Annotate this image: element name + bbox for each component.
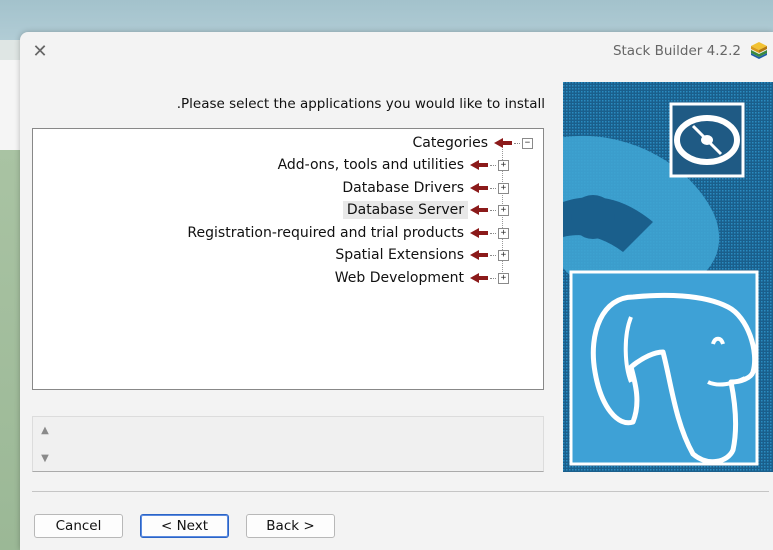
side-banner: [563, 82, 773, 472]
postgresql-elephant-icon: [569, 270, 759, 466]
disc-icon: [669, 102, 745, 178]
tree-item-addons[interactable]: Add-ons, tools and utilities +: [274, 155, 509, 175]
stack-builder-logo-icon: [751, 42, 767, 59]
back-button[interactable]: Back >: [246, 514, 335, 538]
red-arrow-icon: [470, 228, 488, 238]
red-arrow-icon: [470, 183, 488, 193]
button-separator: [32, 491, 769, 492]
tree-item-label: Registration-required and trial products: [187, 225, 464, 241]
close-button[interactable]: ✕: [30, 42, 50, 62]
window-title: Stack Builder 4.2.2: [612, 43, 741, 59]
tree-item-database-server[interactable]: Database Server +: [342, 200, 509, 220]
desktop-wallpaper: [0, 150, 22, 550]
tree-root-label: Categories: [412, 135, 488, 151]
tree-dotted-connector: [490, 187, 496, 189]
tree-item-label: Spatial Extensions: [335, 247, 464, 263]
expand-icon[interactable]: +: [498, 249, 509, 261]
tree-item-spatial-extensions[interactable]: Spatial Extensions +: [331, 245, 509, 265]
tree-item-label: Database Server: [342, 201, 468, 219]
red-arrow-icon: [470, 250, 488, 260]
instruction-text: Please select the applications you would…: [176, 96, 545, 112]
tree-dotted-connector: [490, 254, 496, 256]
tree-item-label: Add-ons, tools and utilities: [277, 157, 464, 173]
tree-item-label: Database Drivers: [342, 180, 464, 196]
scroll-down-icon[interactable]: ▼: [39, 453, 51, 464]
tree-dotted-connector: [490, 232, 496, 234]
collapse-icon[interactable]: −: [522, 137, 533, 149]
cancel-button[interactable]: Cancel: [34, 514, 123, 538]
expand-icon[interactable]: +: [498, 159, 509, 171]
tree-item-label: Web Development: [334, 270, 464, 286]
postgresql-banner-art: [563, 82, 773, 472]
red-arrow-icon: [470, 273, 488, 283]
category-tree[interactable]: Categories − Add-ons, tools and utilitie…: [32, 128, 544, 390]
tree-dotted-connector: [490, 209, 496, 211]
expand-icon[interactable]: +: [498, 272, 509, 284]
red-arrow-icon: [494, 138, 512, 148]
tree-dotted-connector: [490, 277, 496, 279]
tree-dotted-connector: [490, 164, 496, 166]
next-button[interactable]: < Next: [140, 514, 229, 538]
red-arrow-icon: [470, 160, 488, 170]
expand-icon[interactable]: +: [498, 204, 509, 216]
tree-dotted-connector: [514, 142, 520, 144]
description-box: ▲ ▼: [32, 416, 544, 472]
tree-item-web-development[interactable]: Web Development +: [331, 268, 509, 288]
expand-icon[interactable]: +: [498, 182, 509, 194]
red-arrow-icon: [470, 205, 488, 215]
tree-root-categories[interactable]: Categories −: [409, 133, 533, 153]
tree-item-database-drivers[interactable]: Database Drivers +: [338, 178, 509, 198]
scroll-up-icon[interactable]: ▲: [39, 425, 51, 436]
stack-builder-window: ✕ Stack Builder 4.2.2 Please select the …: [20, 32, 773, 550]
background-window-edge: [0, 60, 22, 150]
expand-icon[interactable]: +: [498, 227, 509, 239]
tree-item-registration-required[interactable]: Registration-required and trial products…: [183, 223, 509, 243]
